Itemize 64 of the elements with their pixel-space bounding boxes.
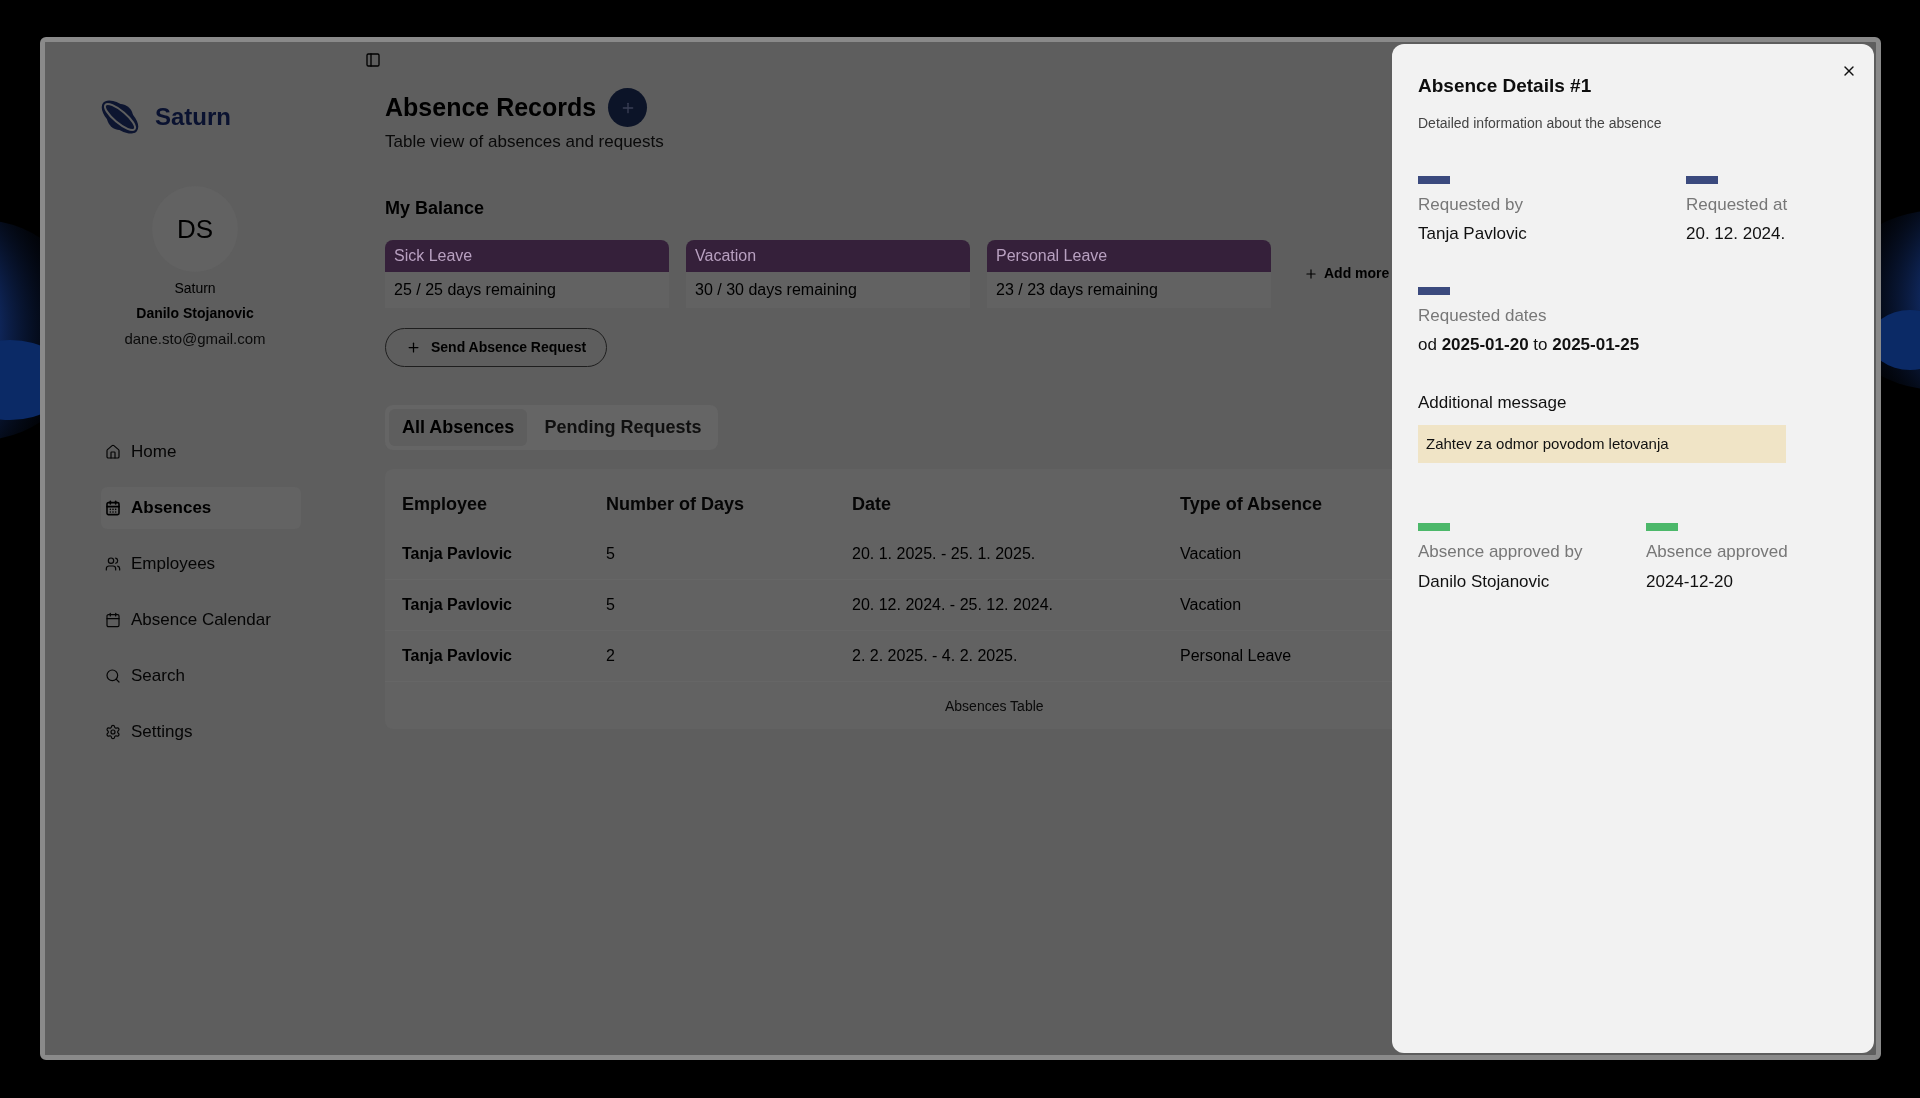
tab[interactable]: All Absences: [389, 408, 528, 446]
field-value: od 2025-01-20 to 2025-01-25: [1418, 334, 1641, 356]
table-caption: Absences Table: [945, 696, 1044, 716]
profile-email: dane.sto@gmail.com: [124, 329, 266, 349]
field-label: Absence approved: [1646, 541, 1788, 563]
calendar-icon: [105, 499, 121, 516]
field-label: Absence approved by: [1418, 541, 1584, 563]
profile-name: Danilo Stojanovic: [136, 304, 254, 323]
page-title: Absence Records: [385, 91, 597, 123]
column-header: Number of Days: [606, 494, 745, 514]
table-cell: 5: [606, 544, 615, 562]
balance-remaining: 30 / 30 days remaining: [694, 279, 858, 300]
avatar: DS: [152, 186, 238, 272]
table-cell: Tanja Pavlovic: [402, 544, 512, 562]
table-cell: 20. 1. 2025. - 25. 1. 2025.: [852, 544, 1036, 562]
table-cell: Vacation: [1180, 595, 1242, 613]
balance-type: Personal Leave: [987, 239, 1271, 272]
message-box: Zahtev za odmor povodom letovanja: [1418, 425, 1786, 463]
nav-item[interactable]: Search: [101, 654, 301, 697]
table-cell: Tanja Pavlovic: [402, 595, 512, 613]
nav-item[interactable]: Employees: [101, 542, 301, 585]
field-value: 20. 12. 2024.: [1686, 223, 1787, 245]
column-header: Date: [852, 494, 891, 514]
nav-item[interactable]: Absences: [101, 486, 301, 529]
field-label: Requested dates: [1418, 304, 1548, 327]
balance-type: Vacation: [686, 239, 970, 272]
table-cell: 2: [606, 646, 615, 664]
nav-item[interactable]: Home: [101, 430, 301, 473]
field-label: Requested by: [1418, 193, 1524, 216]
page-subtitle: Table view of absences and requests: [385, 131, 664, 153]
table-cell: Tanja Pavlovic: [402, 646, 512, 664]
house-icon: [105, 443, 121, 460]
column-header: Employee: [402, 494, 488, 514]
field-label: Requested at: [1686, 193, 1788, 216]
drawer-subtitle: Detailed information about the absence: [1418, 113, 1663, 133]
tab[interactable]: Pending Requests: [531, 408, 715, 446]
nav-item[interactable]: Absence Calendar: [101, 598, 301, 641]
calendar-icon: [105, 611, 121, 628]
table-cell: Personal Leave: [1180, 646, 1292, 664]
field-value: Tanja Pavlovic: [1418, 223, 1528, 245]
drawer-title: Absence Details #1: [1418, 74, 1593, 98]
brand-name: Saturn: [155, 102, 231, 132]
field-value: 2024-12-20: [1646, 570, 1734, 593]
field-value: Danilo Stojanovic: [1418, 570, 1551, 593]
balance-type: Sick Leave: [385, 239, 669, 272]
table-cell: 20. 12. 2024. - 25. 12. 2024.: [852, 595, 1054, 613]
profile-org: Saturn: [174, 279, 216, 298]
table-cell: Vacation: [1180, 544, 1242, 562]
balance-remaining: 25 / 25 days remaining: [393, 279, 557, 300]
column-header: Type of Absence: [1180, 494, 1323, 514]
plus-icon: [1304, 266, 1318, 281]
add-more-button[interactable]: Add more: [1304, 263, 1390, 284]
sidebar-toggle-icon[interactable]: [365, 52, 381, 68]
balance-remaining: 23 / 23 days remaining: [995, 279, 1159, 300]
users-icon: [105, 555, 121, 572]
nav-item[interactable]: Settings: [101, 710, 301, 753]
plus-icon: [406, 339, 421, 355]
table-cell: 5: [606, 595, 615, 613]
section-title: My Balance: [385, 196, 485, 220]
message-label: Additional message: [1418, 391, 1568, 414]
add-button[interactable]: [608, 88, 648, 127]
settings-icon: [105, 723, 121, 740]
table-cell: 2. 2. 2025. - 4. 2. 2025.: [852, 646, 1018, 664]
search-icon: [105, 667, 121, 684]
